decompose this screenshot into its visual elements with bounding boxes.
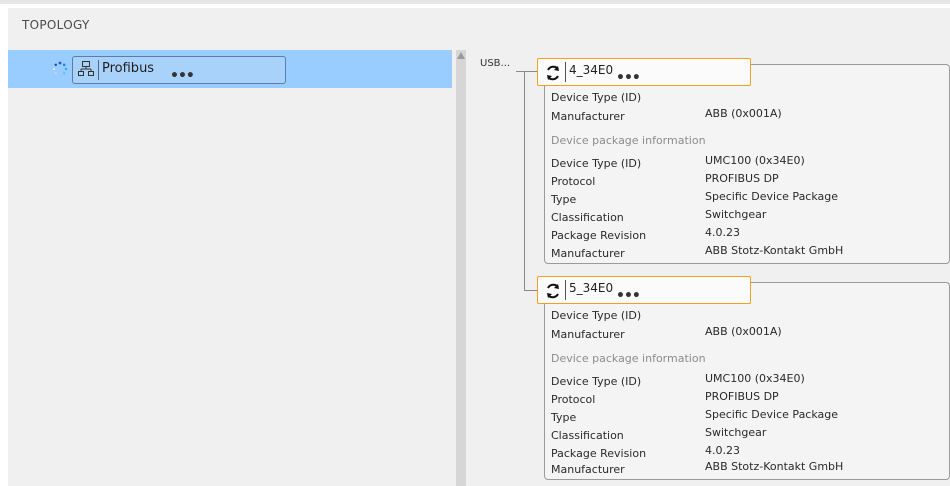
row-key: Device Type (ID) (551, 309, 642, 322)
node-separator (98, 60, 99, 80)
device-name: 5_34E0 (569, 281, 614, 295)
row-key: Protocol (551, 175, 596, 188)
profibus-label: Profibus (102, 61, 155, 76)
row-value: 4.0.23 (705, 444, 740, 457)
section-title: Device package information (551, 134, 706, 147)
row-key: Package Revision (551, 229, 647, 242)
connector-label: USB... (480, 58, 511, 69)
row-key: Device Type (ID) (551, 91, 642, 104)
row-key: Device Type (ID) (551, 375, 642, 388)
row-key: Type (551, 411, 577, 424)
row-key: Package Revision (551, 447, 647, 460)
device-card[interactable]: 5_34E0 ••• Device Type (ID) Manufacturer… (537, 276, 950, 480)
connector-line-vertical (524, 71, 525, 290)
device-header-separator (565, 280, 566, 300)
loading-spinner-icon (53, 61, 68, 76)
row-value: 4.0.23 (705, 226, 740, 239)
row-value: ABB (0x001A) (705, 325, 782, 338)
more-options-icon[interactable]: ••• (616, 71, 641, 85)
section-title: Device package information (551, 352, 706, 365)
row-value: Switchgear (705, 208, 767, 221)
device-header[interactable]: 5_34E0 ••• (537, 276, 751, 304)
more-options-icon[interactable]: ••• (616, 289, 641, 303)
topology-panel: TOPOLOGY Profibus ••• USB... 4_34E0 ••• … (8, 8, 950, 486)
device-name: 4_34E0 (569, 63, 614, 77)
row-value: ABB Stotz-Kontakt GmbH (705, 244, 844, 257)
topology-tree: Profibus ••• (8, 50, 452, 486)
row-value: PROFIBUS DP (705, 172, 779, 185)
device-card[interactable]: 4_34E0 ••• Device Type (ID) Manufacturer… (537, 58, 950, 264)
row-value: ABB (0x001A) (705, 107, 782, 120)
profibus-node[interactable]: Profibus ••• (72, 56, 286, 84)
row-value: Specific Device Package (705, 190, 839, 203)
row-key: Manufacturer (551, 328, 625, 341)
device-header-separator (565, 62, 566, 82)
row-value: UMC100 (0x34E0) (705, 372, 805, 385)
row-value: Specific Device Package (705, 408, 839, 421)
network-icon (78, 61, 94, 76)
row-key: Manufacturer (551, 463, 625, 476)
more-options-icon[interactable]: ••• (170, 69, 195, 83)
row-key: Classification (551, 211, 624, 224)
row-value: Switchgear (705, 426, 767, 439)
row-value: PROFIBUS DP (705, 390, 779, 403)
row-value: ABB Stotz-Kontakt GmbH (705, 460, 844, 473)
row-key: Manufacturer (551, 110, 625, 123)
tree-row-profibus[interactable]: Profibus ••• (8, 50, 452, 88)
tree-scrollbar[interactable] (456, 50, 466, 486)
scroll-up-arrow-icon[interactable] (457, 52, 465, 59)
row-value: UMC100 (0x34E0) (705, 154, 805, 167)
row-key: Manufacturer (551, 247, 625, 260)
refresh-cycle-icon (547, 65, 559, 81)
row-key: Classification (551, 429, 624, 442)
row-key: Type (551, 193, 577, 206)
top-divider (0, 0, 950, 4)
row-key: Protocol (551, 393, 596, 406)
row-key: Device Type (ID) (551, 157, 642, 170)
device-header[interactable]: 4_34E0 ••• (537, 58, 751, 86)
refresh-cycle-icon (547, 283, 559, 299)
panel-title: TOPOLOGY (22, 18, 90, 32)
